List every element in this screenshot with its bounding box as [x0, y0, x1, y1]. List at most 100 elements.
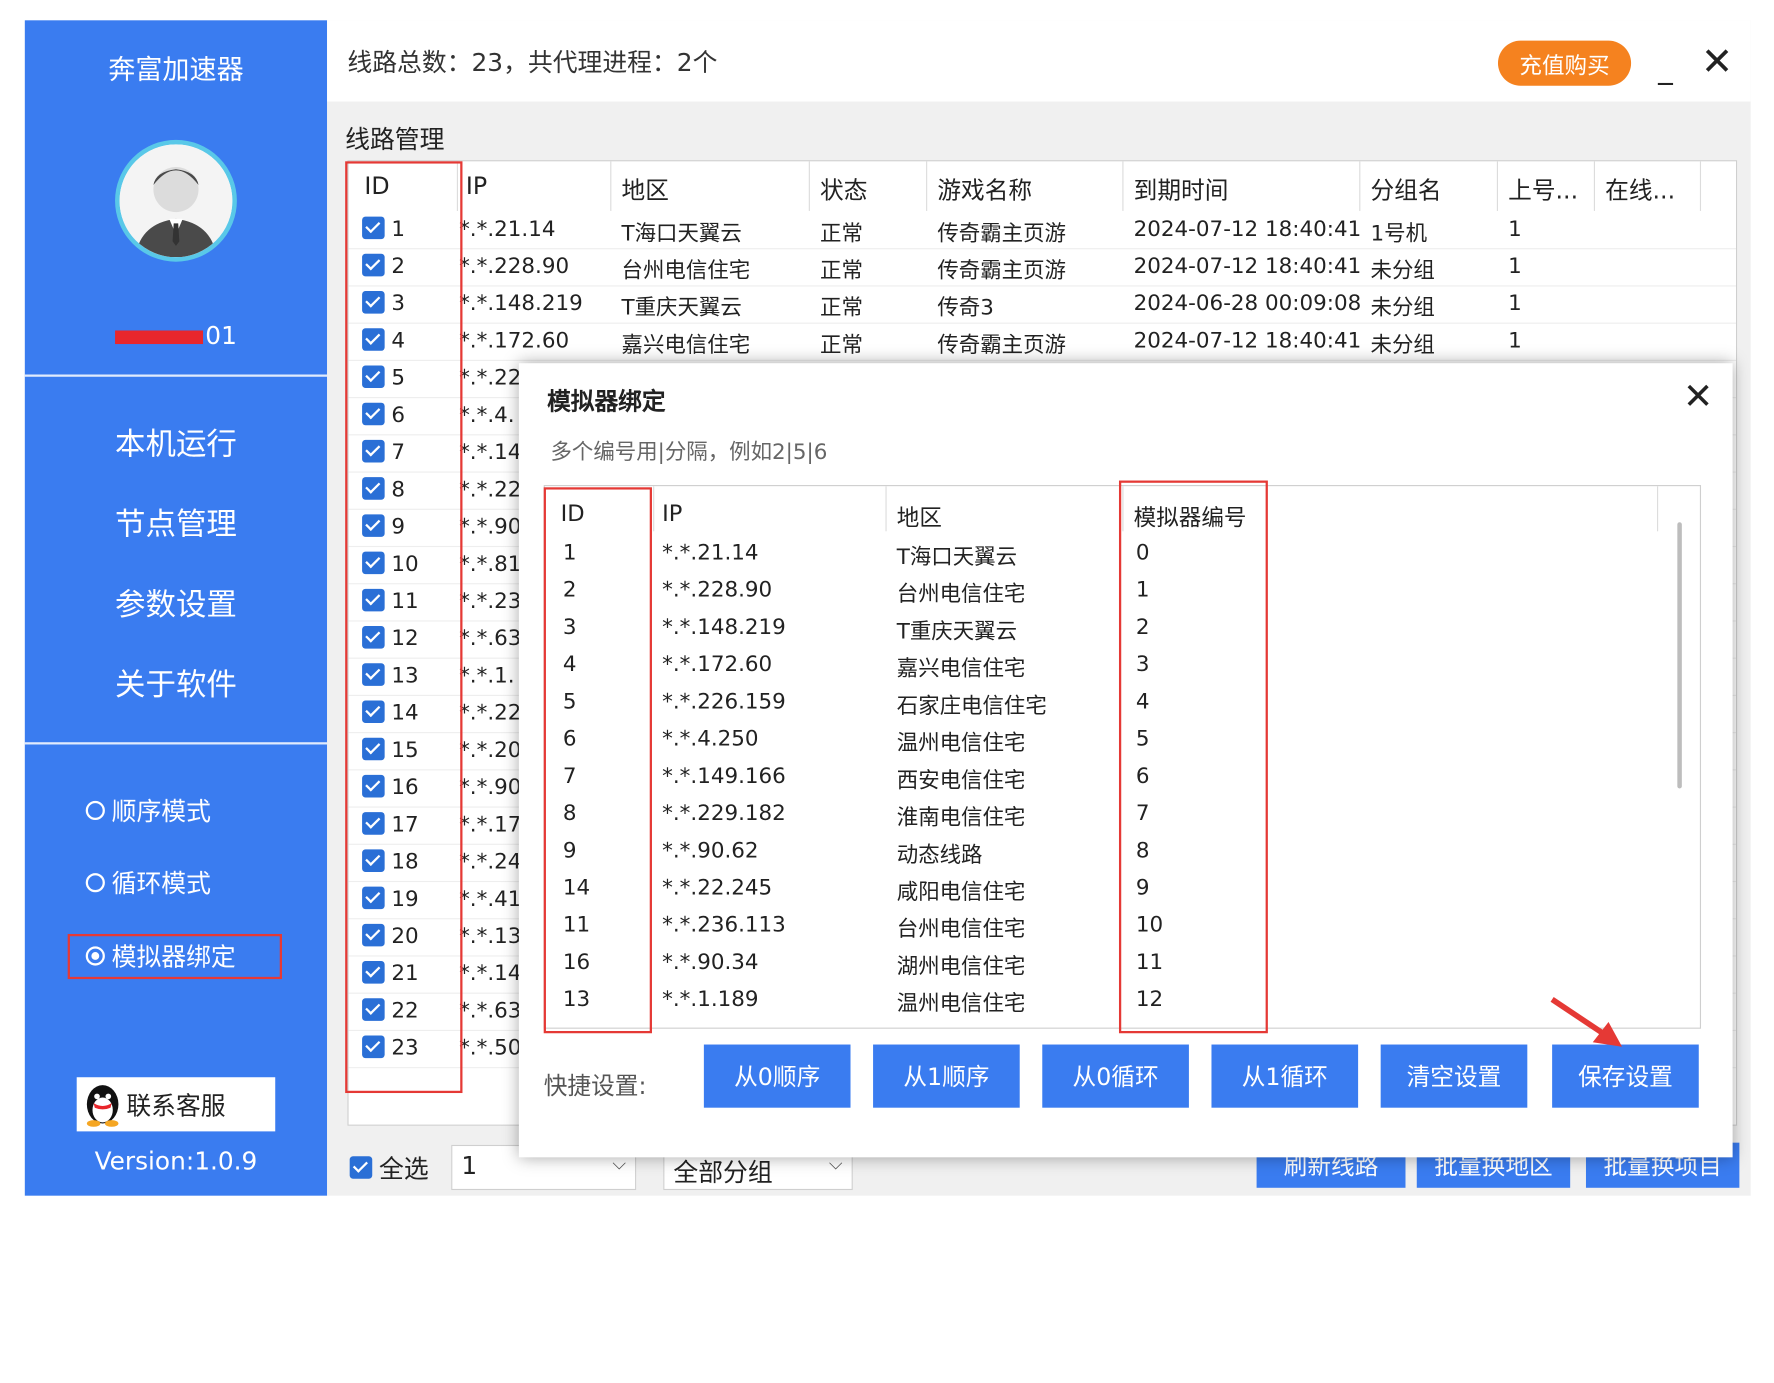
cell-ip: *.*.22 [459, 700, 522, 726]
from-0-sequential-button[interactable]: 从0顺序 [703, 1044, 851, 1108]
support-label: 联系客服 [126, 1093, 226, 1122]
highlight-box [1118, 480, 1268, 1034]
mode-label: 循环模式 [111, 870, 211, 900]
cell-ip: *.*.21.14 [662, 540, 759, 566]
cell-group: 未分组 [1370, 295, 1435, 321]
table-row[interactable]: 13 *.*.1.189 温州电信住宅 12 [545, 982, 1680, 1019]
col-divider [653, 486, 655, 532]
recharge-button[interactable]: 充值购买 [1497, 40, 1632, 86]
cell-game: 传奇霸主页游 [937, 221, 1066, 246]
cell-ip: *.*.20 [459, 737, 522, 763]
cell-ip: *.*.148.219 [662, 614, 786, 640]
group-value: 全部分组 [673, 1159, 773, 1188]
from-0-loop-button[interactable]: 从0循环 [1042, 1044, 1189, 1108]
cell-ip: *.*.236.113 [662, 912, 786, 938]
cell-ip: *.*.228.90 [459, 253, 570, 279]
cell-ip: *.*.4.250 [662, 726, 759, 752]
cell-ip: *.*.22.245 [662, 875, 773, 901]
col-header-expire[interactable]: 到期时间 [1134, 173, 1229, 207]
cell-region: 石家庄电信住宅 [896, 693, 1047, 719]
cell-status: 正常 [820, 295, 863, 321]
cell-group: 未分组 [1370, 332, 1435, 358]
cell-ip: *.*.24 [459, 849, 522, 875]
checkbox-icon[interactable] [349, 1156, 373, 1179]
table-row[interactable]: 9 *.*.90.62 动态线路 8 [545, 834, 1680, 871]
table-row[interactable]: 1 *.*.21.14 T海口天翼云 0 [545, 536, 1680, 573]
username-suffix: 01 [205, 322, 237, 351]
section-title: 线路管理 [345, 126, 445, 155]
col-header-region[interactable]: 地区 [622, 173, 669, 207]
cell-region: 咸阳电信住宅 [896, 879, 1026, 905]
radio-icon[interactable] [85, 800, 105, 820]
table-row[interactable]: 3 *.*.148.219 T重庆天翼云 2 [545, 610, 1680, 647]
col-header-online[interactable]: 在线... [1605, 173, 1675, 207]
col-divider [1122, 161, 1124, 211]
cell-login: 1 [1508, 253, 1522, 279]
divider [24, 374, 328, 377]
col-header-ip[interactable]: IP [662, 500, 682, 527]
table-row[interactable]: 2 *.*.228.90 台州电信住宅 正常 传奇霸主页游 2024-07-12 18:4… [348, 249, 1736, 287]
col-header-ip[interactable]: IP [466, 173, 487, 200]
close-icon[interactable]: ✕ [1683, 374, 1713, 417]
cell-ip: *.*.13 [459, 923, 522, 949]
save-settings-button[interactable]: 保存设置 [1552, 1044, 1699, 1108]
table-row[interactable]: 6 *.*.4.250 温州电信住宅 5 [545, 722, 1680, 759]
col-header-status[interactable]: 状态 [820, 173, 867, 207]
from-1-loop-button[interactable]: 从1循环 [1211, 1044, 1359, 1108]
col-header-group[interactable]: 分组名 [1371, 173, 1442, 207]
table-row[interactable]: 4 *.*.172.60 嘉兴电信住宅 3 [545, 647, 1680, 684]
cell-region: 西安电信住宅 [896, 768, 1026, 793]
cell-ip: *.*.90.62 [662, 838, 759, 863]
table-row[interactable]: 3 *.*.148.219 T重庆天翼云 正常 传奇3 2024-06-28 00:09:… [348, 287, 1736, 324]
divider [24, 742, 328, 745]
highlight-box [543, 487, 652, 1034]
cell-region: 淮南电信住宅 [896, 805, 1026, 831]
radio-icon[interactable] [85, 872, 105, 892]
table-row[interactable]: 16 *.*.90.34 湖州电信住宅 11 [545, 945, 1680, 982]
highlight-box [67, 933, 283, 980]
cell-expire: 2024-07-12 18:40:41 [1133, 328, 1362, 354]
table-row[interactable]: 11 *.*.236.113 台州电信住宅 10 [545, 908, 1680, 945]
select-all-checkbox[interactable]: 全选 [349, 1149, 429, 1185]
app-title: 奔富加速器 [108, 54, 244, 86]
cell-ip: *.*.22 [459, 477, 522, 502]
col-divider [885, 486, 887, 532]
cell-ip: *.*.14 [459, 961, 522, 986]
cell-ip: *.*.1.189 [662, 987, 759, 1012]
cell-group: 1号机 [1370, 221, 1428, 246]
nav-about-software[interactable]: 关于软件 [25, 660, 327, 704]
table-row[interactable]: 7 *.*.149.166 西安电信住宅 6 [545, 759, 1680, 796]
table-row[interactable]: 14 *.*.22.245 咸阳电信住宅 9 [545, 871, 1680, 908]
from-1-sequential-button[interactable]: 从1顺序 [873, 1044, 1020, 1108]
vertical-scrollbar[interactable] [1677, 522, 1682, 789]
table-row[interactable]: 8 *.*.229.182 淮南电信住宅 7 [545, 796, 1680, 833]
col-header-game[interactable]: 游戏名称 [937, 173, 1032, 207]
minimize-icon[interactable]: _ [1658, 54, 1673, 83]
col-header-login[interactable]: 上号... [1508, 173, 1578, 207]
contact-support-button[interactable]: 联系客服 [76, 1077, 276, 1132]
table-row[interactable]: 4 *.*.172.60 嘉兴电信住宅 正常 传奇霸主页游 2024-07-12 18:4… [348, 324, 1736, 361]
top-bar: 线路总数：23，共代理进程：2个 充值购买 _ ✕ [327, 20, 1751, 102]
table-row[interactable]: 5 *.*.226.159 石家庄电信住宅 4 [545, 685, 1680, 722]
nav-local-run[interactable]: 本机运行 [25, 420, 327, 464]
table-row[interactable]: 1 *.*.21.14 T海口天翼云 正常 传奇霸主页游 2024-07-12 18:40… [348, 212, 1736, 250]
nav-node-management[interactable]: 节点管理 [25, 500, 327, 544]
cell-ip: *.*.50 [459, 1035, 522, 1061]
cell-expire: 2024-07-12 18:40:41 [1133, 253, 1362, 279]
col-header-region[interactable]: 地区 [897, 500, 942, 533]
cell-expire: 2024-07-12 18:40:41 [1133, 216, 1362, 242]
close-icon[interactable]: ✕ [1701, 43, 1733, 81]
cell-region: 温州电信住宅 [896, 730, 1026, 756]
cell-ip: *.*.17 [459, 812, 522, 837]
nav-parameter-settings[interactable]: 参数设置 [25, 580, 327, 624]
cell-group: 未分组 [1370, 258, 1435, 284]
mode-loop[interactable]: 循环模式 [85, 864, 211, 900]
mode-sequential[interactable]: 顺序模式 [85, 792, 211, 828]
cell-status: 正常 [820, 332, 863, 358]
table-row[interactable]: 2 *.*.228.90 台州电信住宅 1 [545, 573, 1680, 610]
cell-ip: *.*.22 [459, 365, 522, 391]
cell-expire: 2024-06-28 00:09:08 [1133, 291, 1362, 316]
cell-ip: *.*.90.34 [662, 949, 759, 975]
clear-settings-button[interactable]: 清空设置 [1380, 1044, 1528, 1108]
cell-region: 嘉兴电信住宅 [621, 332, 751, 358]
